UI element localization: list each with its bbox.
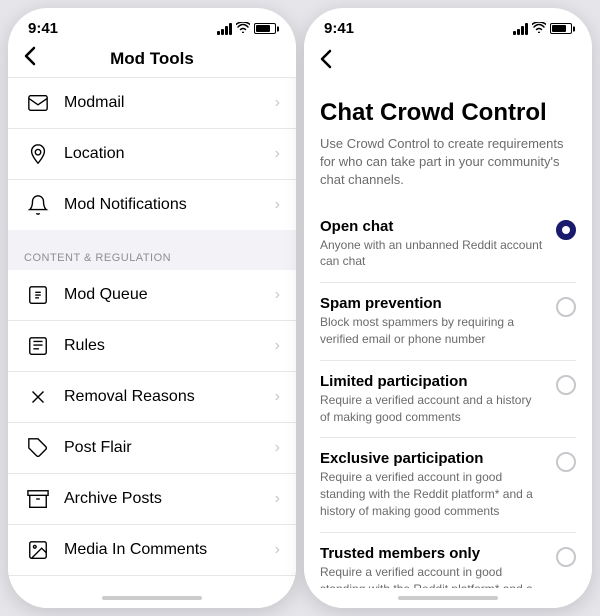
trusted-members-text: Trusted members only Require a verified … bbox=[320, 545, 544, 588]
menu-item-mod-notifications[interactable]: Mod Notifications › bbox=[8, 180, 296, 230]
wifi-icon bbox=[236, 22, 250, 36]
mod-queue-chevron: › bbox=[275, 286, 280, 304]
spam-prevention-desc: Block most spammers by requiring a verif… bbox=[320, 314, 544, 348]
option-trusted-members[interactable]: Trusted members only Require a verified … bbox=[320, 533, 576, 588]
signal-icon bbox=[217, 23, 232, 35]
exclusive-participation-title: Exclusive participation bbox=[320, 450, 544, 467]
post-flair-chevron: › bbox=[275, 439, 280, 457]
right-home-indicator bbox=[304, 588, 592, 608]
open-chat-text: Open chat Anyone with an unbanned Reddit… bbox=[320, 218, 544, 271]
left-status-icons bbox=[217, 22, 276, 36]
left-back-button[interactable] bbox=[24, 46, 36, 72]
media-comments-chevron: › bbox=[275, 541, 280, 559]
right-page-subtitle: Use Crowd Control to create requirements… bbox=[320, 135, 576, 190]
exclusive-participation-radio[interactable] bbox=[556, 452, 576, 472]
right-battery-icon bbox=[550, 23, 572, 34]
top-menu-list: Modmail › Location › bbox=[8, 78, 296, 230]
menu-item-post-types[interactable]: Post Types › bbox=[8, 576, 296, 588]
post-flair-label: Post Flair bbox=[64, 439, 275, 457]
modmail-label: Modmail bbox=[64, 94, 275, 112]
removal-reasons-label: Removal Reasons bbox=[64, 388, 275, 406]
open-chat-desc: Anyone with an unbanned Reddit account c… bbox=[320, 237, 544, 271]
left-content: Modmail › Location › bbox=[8, 78, 296, 588]
location-label: Location bbox=[64, 145, 275, 163]
trusted-members-desc: Require a verified account in good stand… bbox=[320, 564, 544, 588]
menu-item-rules[interactable]: Rules › bbox=[8, 321, 296, 372]
rules-icon bbox=[24, 332, 52, 360]
right-phone: 9:41 bbox=[304, 8, 592, 608]
mod-queue-icon bbox=[24, 281, 52, 309]
mod-queue-label: Mod Queue bbox=[64, 286, 275, 304]
right-status-bar: 9:41 bbox=[304, 8, 592, 41]
left-status-bar: 9:41 bbox=[8, 8, 296, 41]
archive-posts-label: Archive Posts bbox=[64, 490, 275, 508]
right-wifi-icon bbox=[532, 22, 546, 36]
content-section-group: CONTENT & REGULATION Mod Queue › bbox=[8, 238, 296, 588]
menu-item-removal-reasons[interactable]: Removal Reasons › bbox=[8, 372, 296, 423]
right-status-icons bbox=[513, 22, 572, 36]
trusted-members-title: Trusted members only bbox=[320, 545, 544, 562]
menu-item-archive-posts[interactable]: Archive Posts › bbox=[8, 474, 296, 525]
right-signal-icon bbox=[513, 23, 528, 35]
content-section-header: CONTENT & REGULATION bbox=[8, 238, 296, 270]
limited-participation-text: Limited participation Require a verified… bbox=[320, 373, 544, 426]
content-menu-list: Mod Queue › Rules › bbox=[8, 270, 296, 588]
removal-icon bbox=[24, 383, 52, 411]
top-items-group: Modmail › Location › bbox=[8, 78, 296, 230]
flair-icon bbox=[24, 434, 52, 462]
left-page-title: Mod Tools bbox=[110, 49, 194, 69]
left-phone: 9:41 bbox=[8, 8, 296, 608]
right-content-area: Chat Crowd Control Use Crowd Control to … bbox=[304, 83, 592, 588]
menu-item-media-comments[interactable]: Media In Comments › bbox=[8, 525, 296, 576]
right-nav-header bbox=[304, 41, 592, 83]
limited-participation-desc: Require a verified account and a history… bbox=[320, 392, 544, 426]
open-chat-title: Open chat bbox=[320, 218, 544, 235]
media-icon bbox=[24, 536, 52, 564]
archive-icon bbox=[24, 485, 52, 513]
option-limited-participation[interactable]: Limited participation Require a verified… bbox=[320, 361, 576, 439]
menu-item-modmail[interactable]: Modmail › bbox=[8, 78, 296, 129]
limited-participation-title: Limited participation bbox=[320, 373, 544, 390]
menu-item-post-flair[interactable]: Post Flair › bbox=[8, 423, 296, 474]
left-nav-header: Mod Tools bbox=[8, 41, 296, 78]
menu-item-location[interactable]: Location › bbox=[8, 129, 296, 180]
right-page-title: Chat Crowd Control bbox=[320, 99, 576, 127]
modmail-icon bbox=[24, 89, 52, 117]
archive-posts-chevron: › bbox=[275, 490, 280, 508]
spam-prevention-title: Spam prevention bbox=[320, 295, 544, 312]
spam-prevention-radio[interactable] bbox=[556, 297, 576, 317]
location-icon bbox=[24, 140, 52, 168]
rules-label: Rules bbox=[64, 337, 275, 355]
open-chat-radio[interactable] bbox=[556, 220, 576, 240]
location-chevron: › bbox=[275, 145, 280, 163]
mod-notifications-label: Mod Notifications bbox=[64, 196, 275, 214]
option-exclusive-participation[interactable]: Exclusive participation Require a verifi… bbox=[320, 438, 576, 532]
left-time: 9:41 bbox=[28, 20, 58, 37]
right-time: 9:41 bbox=[324, 20, 354, 37]
media-comments-label: Media In Comments bbox=[64, 541, 275, 559]
option-spam-prevention[interactable]: Spam prevention Block most spammers by r… bbox=[320, 283, 576, 361]
exclusive-participation-text: Exclusive participation Require a verifi… bbox=[320, 450, 544, 519]
trusted-members-radio[interactable] bbox=[556, 547, 576, 567]
rules-chevron: › bbox=[275, 337, 280, 355]
spam-prevention-text: Spam prevention Block most spammers by r… bbox=[320, 295, 544, 348]
right-back-button[interactable] bbox=[320, 49, 332, 75]
removal-reasons-chevron: › bbox=[275, 388, 280, 406]
menu-item-mod-queue[interactable]: Mod Queue › bbox=[8, 270, 296, 321]
modmail-chevron: › bbox=[275, 94, 280, 112]
option-open-chat[interactable]: Open chat Anyone with an unbanned Reddit… bbox=[320, 206, 576, 284]
left-home-indicator bbox=[8, 588, 296, 608]
mod-notifications-chevron: › bbox=[275, 196, 280, 214]
limited-participation-radio[interactable] bbox=[556, 375, 576, 395]
exclusive-participation-desc: Require a verified account in good stand… bbox=[320, 469, 544, 519]
bell-icon bbox=[24, 191, 52, 219]
battery-icon bbox=[254, 23, 276, 34]
